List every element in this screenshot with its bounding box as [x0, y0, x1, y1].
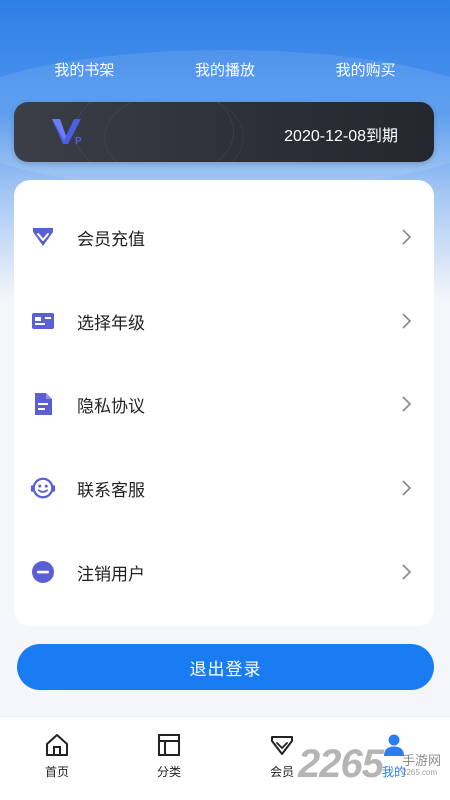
bottom-tab-bar: 首页 分类 会员 我的	[0, 716, 450, 800]
chevron-right-icon	[402, 229, 412, 245]
home-icon	[46, 734, 68, 756]
vip-logo-icon: P	[52, 119, 82, 147]
chevron-right-icon	[402, 396, 412, 412]
minus-circle-icon	[30, 559, 56, 585]
logout-button[interactable]: 退出登录	[17, 644, 434, 690]
my-playback-link[interactable]: 我的播放	[170, 59, 280, 80]
my-bookshelf-link[interactable]: 我的书架	[29, 59, 139, 80]
menu-item-label: 会员充值	[77, 229, 145, 249]
vip-logo-text: P	[75, 136, 82, 147]
document-icon	[30, 391, 56, 417]
menu-item-select-grade[interactable]: 选择年级	[14, 286, 434, 356]
menu-item-label: 选择年级	[77, 313, 145, 333]
tab-mine[interactable]: 我的	[354, 733, 434, 793]
menu-item-privacy-policy[interactable]: 隐私协议	[14, 369, 434, 439]
category-icon	[158, 734, 180, 756]
id-card-icon	[30, 308, 56, 334]
tab-member[interactable]: 会员	[242, 733, 322, 793]
tab-label: 会员	[269, 765, 294, 779]
vip-card[interactable]: P 2020-12-08到期	[14, 102, 434, 162]
chevron-right-icon	[402, 480, 412, 496]
my-purchases-link[interactable]: 我的购买	[311, 59, 421, 80]
tab-label: 首页	[44, 765, 69, 779]
menu-item-label: 注销用户	[77, 564, 145, 584]
customer-service-icon	[30, 475, 56, 501]
tab-label: 我的	[381, 765, 406, 779]
menu-item-member-recharge[interactable]: 会员充值	[14, 202, 434, 272]
vip-expiry-date: 2020-12-08到期	[284, 128, 398, 145]
menu-card: 会员充值 选择年级 隐私协议 联系客服 注销用户	[14, 180, 434, 626]
diamond-icon	[30, 224, 56, 250]
vip-card-decoration-2	[104, 102, 244, 162]
top-links-bar: 我的书架 我的播放 我的购买	[0, 56, 450, 82]
tab-home[interactable]: 首页	[17, 733, 97, 793]
user-icon	[384, 734, 404, 756]
menu-item-delete-account[interactable]: 注销用户	[14, 537, 434, 607]
tab-category[interactable]: 分类	[129, 733, 209, 793]
diamond-icon	[271, 736, 293, 755]
chevron-right-icon	[402, 313, 412, 329]
chevron-right-icon	[402, 564, 412, 580]
menu-item-label: 隐私协议	[77, 396, 145, 416]
tab-label: 分类	[156, 765, 181, 779]
menu-item-label: 联系客服	[77, 480, 145, 500]
menu-item-customer-service[interactable]: 联系客服	[14, 453, 434, 523]
